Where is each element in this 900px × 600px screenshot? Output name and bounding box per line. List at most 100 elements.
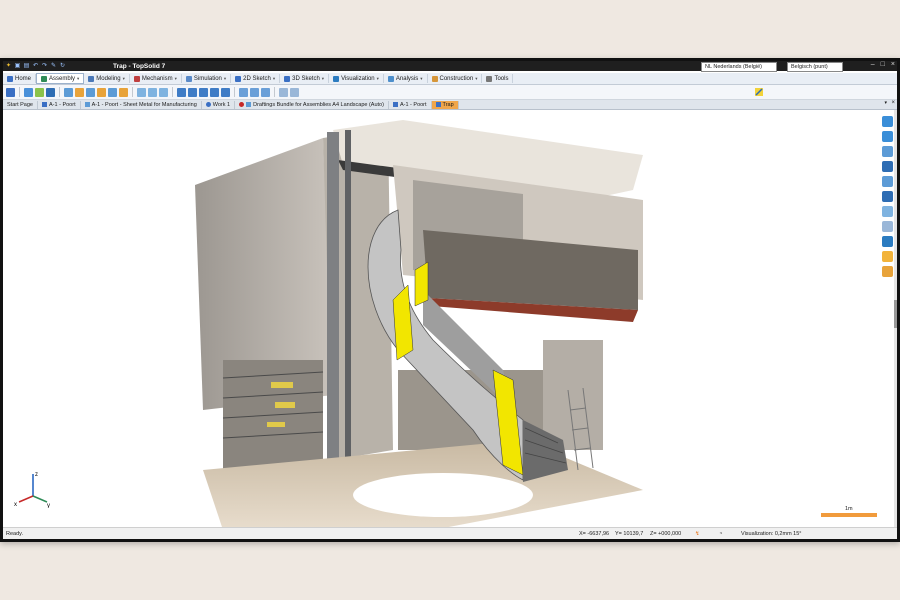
assembly-icon (41, 75, 48, 82)
visualization-icon (333, 75, 340, 82)
tab-3d-sketch[interactable]: 3D Sketch ▾ (280, 74, 330, 83)
redo-icon[interactable]: ↷ (41, 63, 48, 70)
filter-icon[interactable] (290, 87, 299, 97)
title-bar: ✦ ▣ ▤ ↶ ↷ ✎ ↻ Trap - TopSolid 7 NL Neder… (3, 61, 897, 72)
constraint-point-icon[interactable] (97, 87, 106, 97)
save-icon[interactable]: ▣ (14, 63, 21, 70)
shading-icon[interactable] (882, 236, 893, 247)
section-icon[interactable] (188, 87, 197, 97)
tab-visualization[interactable]: Visualization ▾ (329, 74, 384, 83)
snap-icon[interactable]: ↯ (695, 528, 700, 539)
move-icon[interactable] (137, 87, 146, 97)
minimize-icon[interactable]: – (871, 61, 875, 68)
chevron-down-icon[interactable]: ▾ (224, 76, 226, 82)
close-icon[interactable]: × (891, 61, 895, 68)
modeling-icon (88, 75, 95, 82)
assembly-doc-icon (392, 102, 398, 107)
bom-icon[interactable] (210, 87, 219, 97)
refresh-icon[interactable]: ↻ (59, 63, 66, 70)
doc-tab-a1-poort-2[interactable]: A-1 - Poort (389, 100, 432, 109)
assembly-doc-icon (42, 102, 47, 107)
doc-tab-start-page[interactable]: Start Page (3, 100, 38, 109)
doc-tab-trap[interactable]: Trap (431, 100, 459, 109)
front-view-icon[interactable] (882, 191, 893, 202)
tab-2d-sketch[interactable]: 2D Sketch ▾ (231, 74, 281, 83)
chevron-down-icon[interactable]: ▾ (77, 76, 79, 82)
render-icon[interactable] (882, 251, 893, 262)
include-part-icon[interactable] (24, 87, 33, 97)
x-coordinate: X= -6637,96 (579, 531, 610, 537)
tools-icon (486, 75, 493, 82)
point-cloud-scan-icon[interactable] (754, 87, 764, 97)
constraint-gear-icon[interactable] (119, 87, 128, 97)
doc-tab-a1-poort[interactable]: A-1 - Poort (38, 100, 81, 109)
interference-icon[interactable] (199, 87, 208, 97)
rotate-view-icon[interactable] (882, 131, 893, 142)
angle-icon[interactable] (250, 87, 259, 97)
rotate-icon[interactable] (148, 87, 157, 97)
tab-construction[interactable]: Construction ▾ (428, 74, 483, 83)
vertical-scrollbar[interactable] (894, 110, 897, 527)
doc-tab-sheet-metal[interactable]: A-1 - Poort - Sheet Metal for Manufactur… (81, 100, 202, 109)
point-cloud-icon[interactable] (221, 87, 230, 97)
replace-part-icon[interactable] (35, 87, 44, 97)
tab-home[interactable]: Home (3, 74, 37, 83)
save-all-icon[interactable]: ▤ (23, 63, 30, 70)
mechanism-icon (133, 75, 140, 82)
constraint-axis-icon[interactable] (75, 87, 84, 97)
visualization-setting[interactable]: Visualization: 0,2mm 15° (741, 528, 802, 539)
new-part-icon[interactable] (6, 87, 15, 97)
mass-icon[interactable] (261, 87, 270, 97)
app-logo-icon[interactable]: ✦ (5, 63, 12, 70)
visualization-icon[interactable]: ◔ (719, 528, 722, 539)
close-tab-icon[interactable]: × (891, 100, 895, 106)
zoom-icon[interactable] (882, 146, 893, 157)
chevron-down-icon[interactable]: ▾ (420, 76, 422, 82)
3d-viewport[interactable]: 1m z x y (3, 110, 897, 527)
section-view-icon[interactable] (882, 176, 893, 187)
status-text: Ready. (6, 531, 24, 537)
scale-bar (821, 513, 877, 517)
camera-icon[interactable] (882, 161, 893, 172)
tab-modeling[interactable]: Modeling ▾ (84, 74, 130, 83)
sketch-mode-icon[interactable] (279, 87, 288, 97)
scrollbar-handle[interactable] (894, 300, 897, 328)
tab-mechanism[interactable]: Mechanism ▾ (130, 74, 182, 83)
chevron-down-icon[interactable]: ▾ (377, 76, 379, 82)
constraint-frame-icon[interactable] (108, 87, 117, 97)
doc-tab-work-1[interactable]: Work 1 (202, 100, 236, 109)
chevron-down-icon[interactable]: ▾ (475, 76, 477, 82)
ribbon-tabs: Home Assembly ▾ Modeling ▾ Mechanism ▾ Simu… (3, 73, 897, 85)
tab-analysis[interactable]: Analysis ▾ (384, 74, 428, 83)
explode-icon[interactable] (177, 87, 186, 97)
tab-tools[interactable]: Tools (482, 74, 514, 83)
maximize-icon[interactable]: □ (881, 61, 885, 68)
chevron-down-icon[interactable]: ▾ (322, 76, 324, 82)
undo-icon[interactable]: ↶ (32, 63, 39, 70)
doc-tab-draftings-bundle[interactable]: Draftings Bundle for Assemblies A4 Lands… (235, 100, 389, 109)
language-indicator[interactable]: NL Nederlands (België) (701, 62, 777, 72)
document-tabs: Start Page A-1 - Poort A-1 - Poort - She… (3, 100, 897, 110)
measure-icon[interactable] (239, 87, 248, 97)
pan-icon[interactable] (882, 116, 893, 127)
constraint-icon[interactable] (64, 87, 73, 97)
quick-access-toolbar: ✦ ▣ ▤ ↶ ↷ ✎ ↻ (3, 63, 66, 70)
zoom-window-icon[interactable] (882, 221, 893, 232)
align-icon[interactable] (159, 87, 168, 97)
tab-simulation[interactable]: Simulation ▾ (182, 74, 232, 83)
pattern-icon[interactable] (46, 87, 55, 97)
layers-icon[interactable] (882, 266, 893, 277)
ribbon-toolbar (3, 85, 897, 100)
construction-icon (431, 75, 438, 82)
chevron-down-icon[interactable]: ▾ (175, 76, 177, 82)
keyboard-indicator[interactable]: Belgisch (punt) (787, 62, 843, 72)
constraint-plane-icon[interactable] (86, 87, 95, 97)
zoom-fit-icon[interactable] (882, 206, 893, 217)
chevron-down-icon[interactable]: ▾ (273, 76, 275, 82)
tab-assembly[interactable]: Assembly ▾ (36, 73, 85, 84)
chevron-down-icon[interactable]: ▾ (123, 76, 125, 82)
sketch-3d-icon (284, 75, 291, 82)
pen-icon[interactable]: ✎ (50, 63, 57, 70)
pin-icon[interactable]: ▾ (884, 100, 887, 106)
axis-x-label: x (14, 502, 17, 508)
